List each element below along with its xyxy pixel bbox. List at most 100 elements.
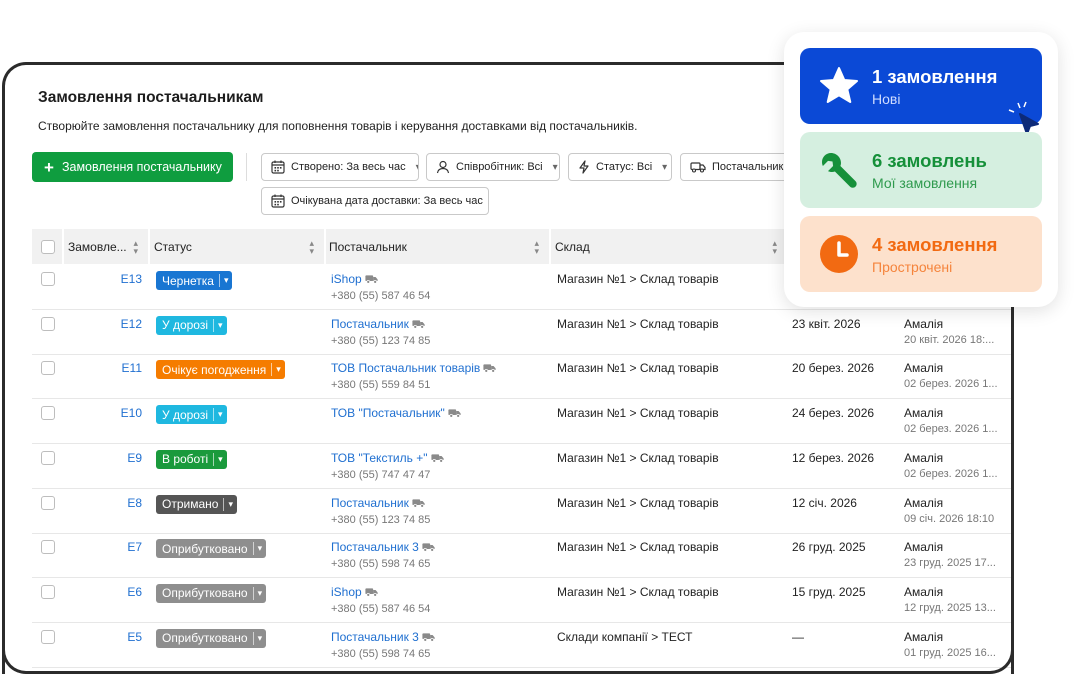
summary-new-title: 1 замовлення bbox=[872, 66, 998, 87]
updated-cell: Амалія 01 груд. 2025 16... bbox=[904, 630, 1011, 659]
order-number[interactable]: E5 bbox=[92, 630, 142, 644]
supplier-link[interactable]: ТОВ "Постачальник" bbox=[331, 406, 445, 420]
status-badge[interactable]: Оприбутковано ▾ bbox=[156, 539, 267, 559]
row-checkbox[interactable] bbox=[41, 272, 55, 286]
row-checkbox[interactable] bbox=[41, 450, 55, 465]
warehouse-cell: Магазин №1 > Склад товарів bbox=[557, 272, 719, 286]
chevron-down-icon: ▾ bbox=[252, 631, 267, 645]
chevron-down-icon: ▾ bbox=[552, 161, 558, 173]
truck-icon bbox=[422, 541, 435, 555]
row-checkbox[interactable] bbox=[41, 316, 55, 331]
updated-cell: Амалія 02 берез. 2026 1... bbox=[904, 451, 1011, 480]
supplier-link[interactable]: iShop bbox=[331, 272, 362, 286]
create-order-label: Замовлення постачальнику bbox=[61, 160, 222, 174]
table-row[interactable]: E8 Отримано ▾ Постачальник +380 (55) 123 74 … bbox=[32, 489, 1011, 534]
row-checkbox[interactable] bbox=[41, 584, 55, 599]
summary-mine-tile[interactable]: 6 замовлень Мої замовлення bbox=[800, 132, 1042, 208]
row-checkbox[interactable] bbox=[41, 540, 55, 555]
filter-created[interactable]: Створено: За весь час ▾ bbox=[261, 153, 419, 181]
status-label: Оприбутковано bbox=[162, 631, 248, 646]
supplier-link[interactable]: Постачальник 3 bbox=[331, 540, 419, 554]
table-row[interactable]: E11 Очікує погодження ▾ ТОВ Постачальник то… bbox=[32, 354, 1011, 400]
status-badge[interactable]: Очікує погодження ▾ bbox=[156, 360, 285, 380]
supplier-link[interactable]: Постачальник 3 bbox=[331, 630, 419, 644]
supplier-cell: Постачальник 3 +380 (55) 598 74 65 bbox=[331, 630, 435, 660]
updated-user: Амалія bbox=[904, 316, 944, 331]
chevron-down-icon: ▾ bbox=[218, 274, 233, 287]
expected-date: 15 груд. 2025 bbox=[792, 584, 866, 599]
updated-date: 01 груд. 2025 16... bbox=[904, 646, 996, 659]
updated-cell: Амалія 12 груд. 2025 13... bbox=[904, 584, 1011, 614]
updated-date: 09 січ. 2026 18:10 bbox=[904, 512, 995, 525]
calendar-icon bbox=[271, 193, 285, 209]
summary-overdue-tile[interactable]: 4 замовлення Прострочені bbox=[800, 216, 1042, 292]
supplier-phone: +380 (55) 587 46 54 bbox=[331, 290, 431, 302]
summary-new-subtitle: Нові bbox=[872, 91, 901, 107]
supplier-cell: ТОВ "Постачальник" bbox=[331, 406, 461, 421]
order-number[interactable]: E13 bbox=[92, 272, 142, 286]
status-badge[interactable]: Оприбутковано ▾ bbox=[156, 583, 267, 603]
col-supplier-label: Постачальник bbox=[329, 239, 407, 254]
status-badge[interactable]: Оприбутковано ▾ bbox=[156, 628, 267, 648]
table-row[interactable]: E9 В роботі ▾ ТОВ "Текстиль +" +380 (55) 747… bbox=[32, 444, 1011, 489]
supplier-link[interactable]: Постачальник bbox=[331, 496, 409, 510]
status-badge[interactable]: У дорозі ▾ bbox=[156, 405, 227, 425]
filter-employee-label: Співробітник: Всі bbox=[456, 161, 543, 173]
table-row[interactable]: E5 Оприбутковано ▾ Постачальник 3 +380 (55) … bbox=[32, 623, 1011, 668]
row-checkbox[interactable] bbox=[41, 361, 55, 376]
supplier-cell: ТОВ "Текстиль +" +380 (55) 747 47 47 bbox=[331, 451, 444, 481]
order-number[interactable]: E11 bbox=[92, 361, 142, 375]
order-number[interactable]: E7 bbox=[92, 540, 142, 554]
truck-icon bbox=[412, 497, 425, 511]
supplier-link[interactable]: Постачальник bbox=[331, 317, 409, 331]
chevron-down-icon: ▾ bbox=[213, 408, 227, 422]
table-row[interactable]: E12 У дорозі ▾ Постачальник +380 (55) 123 74… bbox=[32, 310, 1011, 355]
table-row[interactable]: E6 Оприбутковано ▾ iShop +380 (55) 587 46 54… bbox=[32, 578, 1011, 623]
col-order[interactable]: Замовле... ▴ ▾ bbox=[68, 229, 146, 264]
col-warehouse-label: Склад bbox=[555, 239, 590, 254]
updated-date: 02 берез. 2026 1... bbox=[904, 423, 998, 436]
order-number[interactable]: E9 bbox=[92, 451, 142, 465]
order-number[interactable]: E8 bbox=[92, 496, 142, 510]
expected-date: 26 груд. 2025 bbox=[792, 540, 866, 555]
expected-date: 12 січ. 2026 bbox=[792, 495, 857, 510]
plus-icon: + bbox=[44, 157, 54, 177]
table-row[interactable]: E10 У дорозі ▾ ТОВ "Постачальник" Магазин №1… bbox=[32, 399, 1011, 445]
page-description: Створюйте замовлення постачальнику для п… bbox=[38, 119, 638, 133]
order-number[interactable]: E12 bbox=[92, 317, 142, 331]
updated-date: 12 груд. 2025 13... bbox=[904, 601, 996, 614]
table-row[interactable]: E7 Оприбутковано ▾ Постачальник 3 +380 (55) … bbox=[32, 533, 1011, 579]
updated-user: Амалія bbox=[904, 584, 944, 599]
select-all-checkbox[interactable] bbox=[41, 229, 61, 264]
row-checkbox[interactable] bbox=[41, 406, 55, 421]
supplier-link[interactable]: iShop bbox=[331, 585, 362, 599]
expected-date: — bbox=[792, 629, 804, 644]
row-checkbox[interactable] bbox=[41, 495, 55, 510]
status-label: В роботі bbox=[162, 452, 209, 467]
filter-status[interactable]: Статус: Всі ▾ bbox=[568, 153, 672, 181]
supplier-cell: iShop +380 (55) 587 46 54 bbox=[331, 585, 430, 615]
status-badge[interactable]: Чернетка ▾ bbox=[156, 271, 233, 290]
status-badge[interactable]: В роботі ▾ bbox=[156, 449, 227, 469]
chevron-down-icon: ▾ bbox=[213, 452, 227, 466]
page-title: Замовлення постачальникам bbox=[38, 89, 264, 106]
summary-card: 1 замовлення Нові 6 замовлень Мої замовл… bbox=[784, 32, 1058, 307]
expected-date: 23 квіт. 2026 bbox=[792, 316, 861, 331]
supplier-link[interactable]: ТОВ "Текстиль +" bbox=[331, 451, 428, 465]
col-warehouse[interactable]: Склад ▴ ▾ bbox=[555, 229, 785, 264]
row-checkbox[interactable] bbox=[41, 629, 55, 644]
create-order-button[interactable]: + Замовлення постачальнику bbox=[32, 152, 233, 182]
updated-cell: Амалія 23 груд. 2025 17... bbox=[904, 540, 1011, 569]
col-supplier[interactable]: Постачальник ▴ ▾ bbox=[329, 229, 547, 264]
truck-icon bbox=[412, 318, 425, 332]
filter-expected-date[interactable]: Очікувана дата доставки: За весь час ▾ bbox=[261, 187, 489, 215]
col-status[interactable]: Статус ▴ ▾ bbox=[154, 229, 322, 264]
order-number[interactable]: E6 bbox=[92, 585, 142, 599]
order-number[interactable]: E10 bbox=[92, 406, 142, 420]
summary-new-tile[interactable]: 1 замовлення Нові bbox=[800, 48, 1042, 135]
filter-employee[interactable]: Співробітник: Всі ▾ bbox=[426, 153, 560, 181]
supplier-link[interactable]: ТОВ Постачальник товарів bbox=[331, 361, 480, 375]
updated-cell: Амалія 20 квіт. 2026 18:... bbox=[904, 316, 1011, 346]
status-badge[interactable]: У дорозі ▾ bbox=[156, 315, 227, 335]
status-badge[interactable]: Отримано ▾ bbox=[156, 494, 237, 514]
